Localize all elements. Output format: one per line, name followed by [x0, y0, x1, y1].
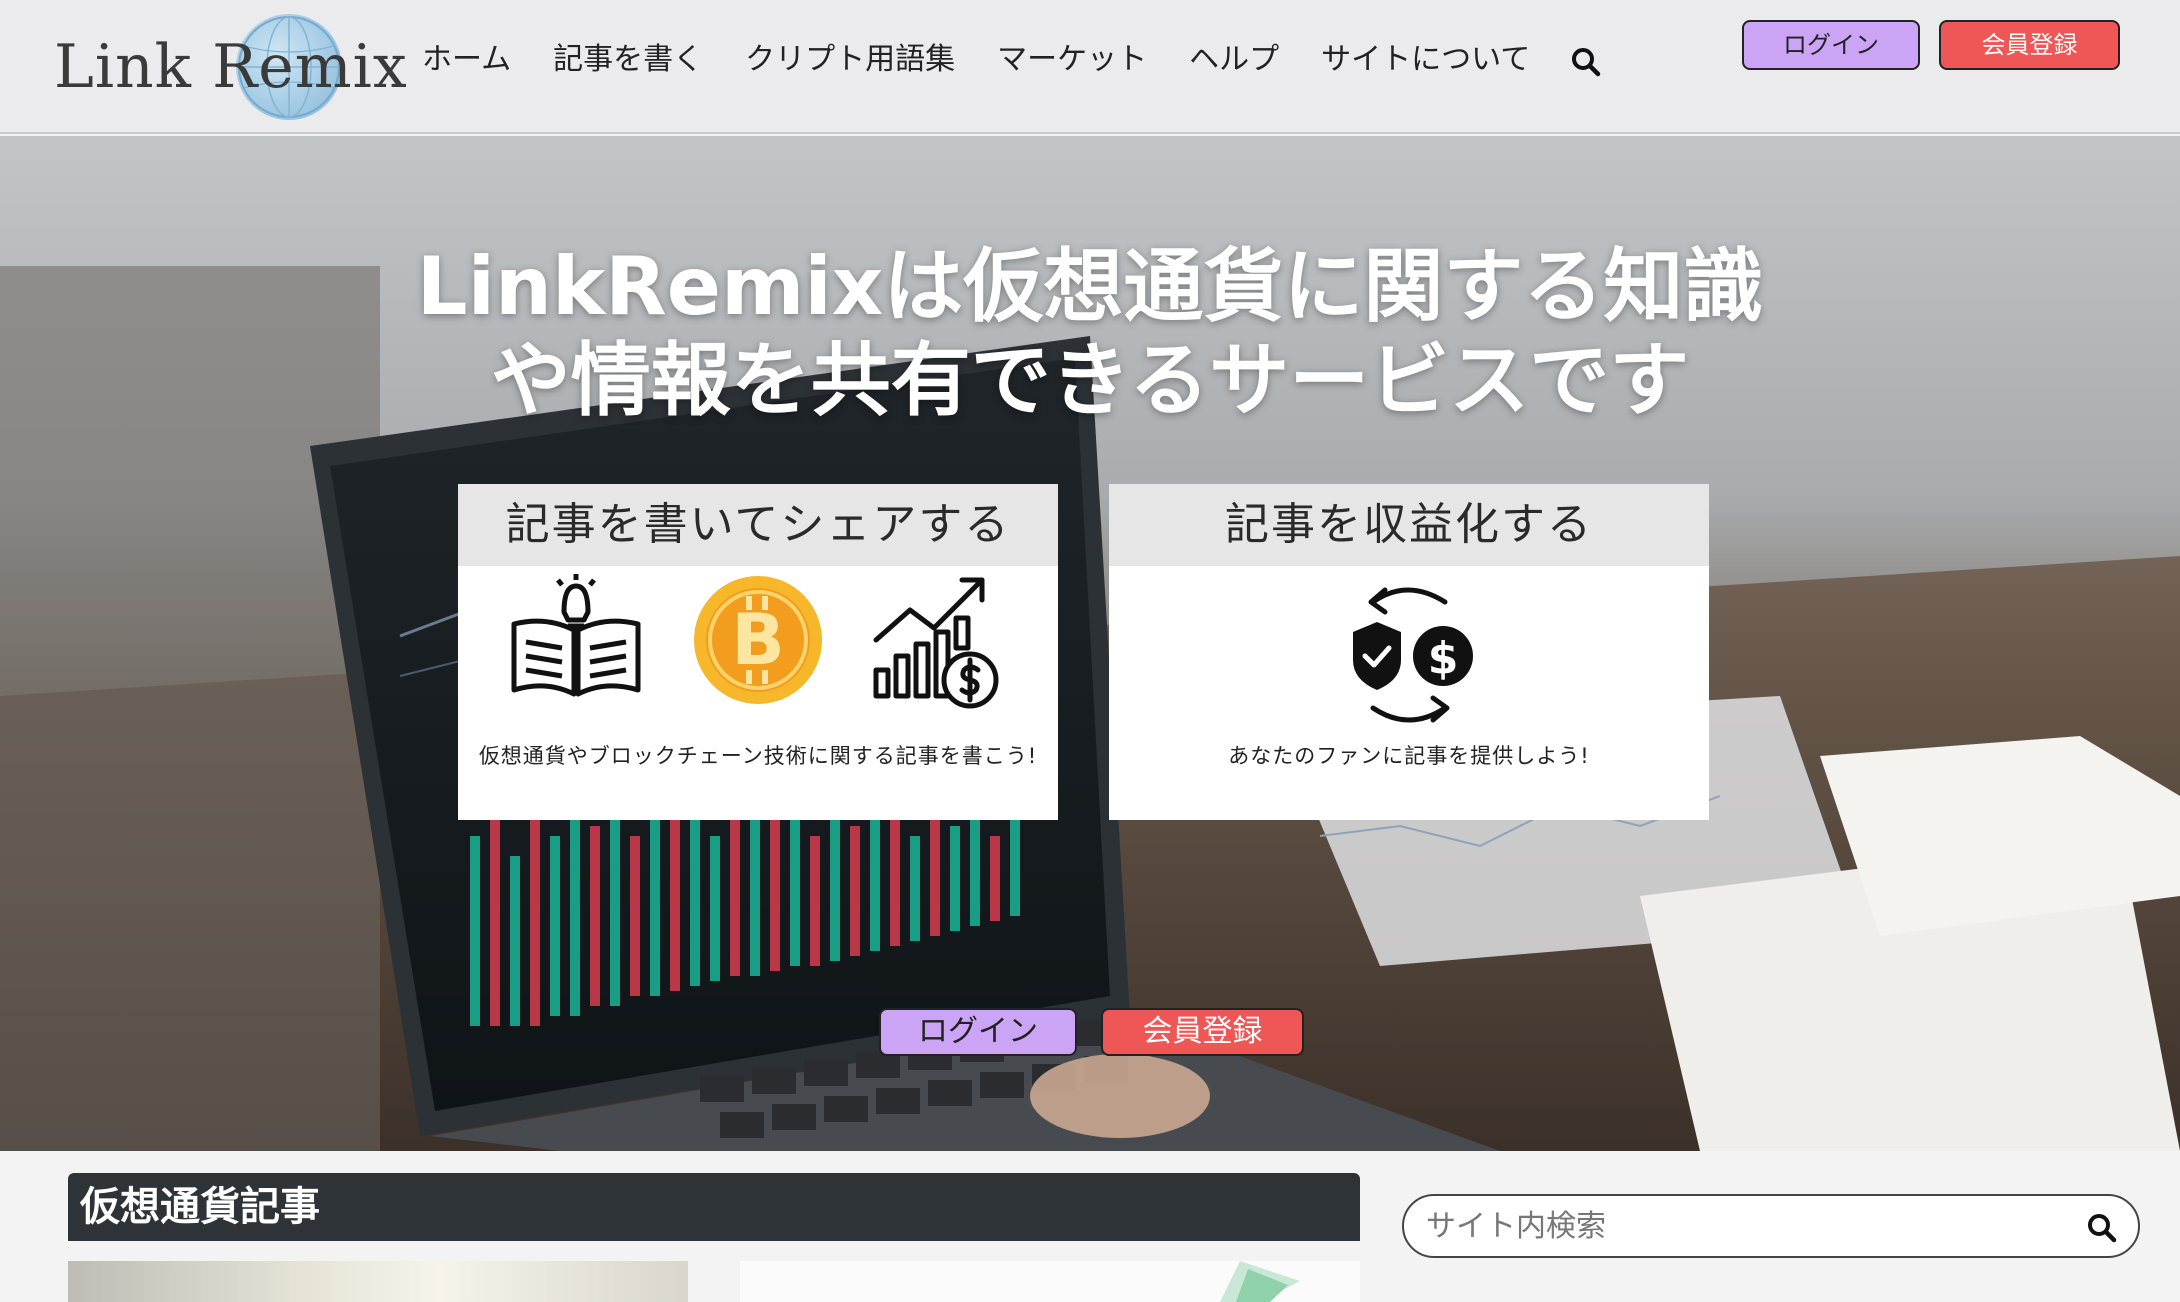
article-thumbnail[interactable] — [68, 1261, 688, 1302]
login-button[interactable]: ログイン — [1742, 20, 1920, 70]
write-share-card: 記事を書いてシェアする B 仮想通貨やブロックチェーン技術に関する記事を書こう! — [458, 484, 1058, 820]
bitcoin-icon: B — [694, 576, 822, 704]
signup-button[interactable]: 会員登録 — [1939, 20, 2120, 70]
hero-title-line-2: や情報を共有できるサービスです — [490, 334, 1690, 427]
write-share-card-title: 記事を書いてシェアする — [458, 484, 1058, 566]
svg-text:B: B — [731, 599, 784, 681]
hero-signup-button[interactable]: 会員登録 — [1101, 1008, 1304, 1056]
nav-market[interactable]: マーケット — [976, 36, 1168, 84]
monetize-card-title: 記事を収益化する — [1109, 484, 1709, 566]
hero-title: LinkRemixは仮想通貨に関する知識 や情報を共有できるサービスです — [0, 240, 2180, 428]
nav-about[interactable]: サイトについて — [1300, 36, 1551, 84]
monetize-card-text: あなたのファンに記事を提供しよう! — [1228, 744, 1590, 768]
site-logo[interactable]: Link Remix — [54, 14, 407, 122]
site-header: Link Remix ホーム 記事を書く クリプト用語集 マーケット ヘルプ サ… — [0, 0, 2180, 134]
article-thumbnail[interactable] — [740, 1261, 1360, 1302]
nav-help[interactable]: ヘルプ — [1168, 36, 1300, 84]
search-icon[interactable] — [1568, 44, 1604, 80]
book-idea-icon — [511, 574, 641, 697]
shield-dollar-exchange-icon: $ — [1353, 587, 1473, 723]
hero-section: LinkRemixは仮想通貨に関する知識 や情報を共有できるサービスです 記事を… — [0, 136, 2180, 1151]
nav-write-article[interactable]: 記事を書く — [532, 36, 724, 84]
hero-login-button[interactable]: ログイン — [879, 1008, 1077, 1056]
growth-chart-dollar-icon — [873, 577, 999, 709]
hero-title-line-1: LinkRemixは仮想通貨に関する知識 — [416, 240, 1764, 333]
write-share-card-text: 仮想通貨やブロックチェーン技術に関する記事を書こう! — [478, 744, 1038, 768]
main-nav: ホーム 記事を書く クリプト用語集 マーケット ヘルプ サイトについて — [420, 36, 1551, 84]
nav-home[interactable]: ホーム — [420, 36, 532, 84]
site-search-input[interactable] — [1426, 1204, 2046, 1248]
logo-text: Link Remix — [54, 32, 408, 102]
site-search-box — [1402, 1194, 2140, 1258]
article-thumbnail-image — [1220, 1261, 1300, 1302]
search-icon[interactable] — [2084, 1210, 2120, 1246]
svg-text:$: $ — [1428, 633, 1459, 684]
crypto-articles-heading: 仮想通貨記事 — [68, 1173, 1360, 1241]
monetize-card: 記事を収益化する $ あなたのファンに記事を提供しよう! — [1109, 484, 1709, 820]
nav-crypto-glossary[interactable]: クリプト用語集 — [724, 36, 976, 84]
